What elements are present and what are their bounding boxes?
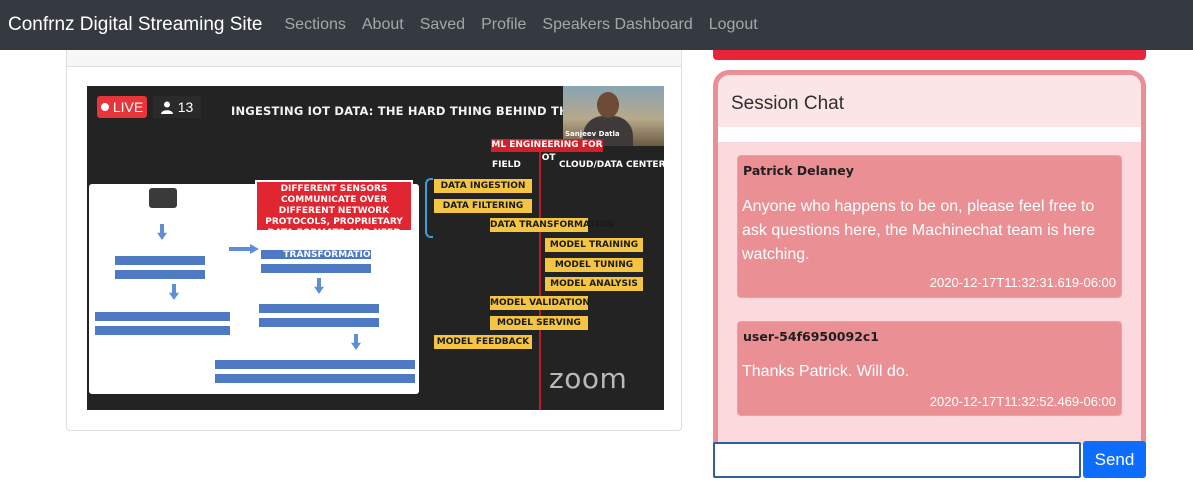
nav-link-speakers-dashboard[interactable]: Speakers Dashboard: [534, 16, 700, 34]
video-card: LIVE 13 INGESTING IOT DATA: THE HARD THI…: [66, 50, 682, 431]
arrow-down-icon: [169, 284, 179, 300]
message-timestamp: 2020-12-17T11:32:31.619-06:00: [929, 275, 1116, 290]
sensor-device-icon: [149, 188, 177, 208]
message-timestamp: 2020-12-17T11:32:52.469-06:00: [929, 394, 1116, 409]
nav-link-about[interactable]: About: [354, 16, 412, 34]
chat-header: Session Chat: [718, 75, 1141, 127]
speaker-video-thumbnail: Sanjeev Datla: [563, 86, 664, 146]
chat-divider: [718, 127, 1141, 142]
step-model-analysis: MODEL ANALYSIS: [545, 277, 643, 291]
diagram-node: [95, 312, 230, 321]
message-author: user-54f6950092c1: [743, 329, 879, 344]
diagram-node: [215, 374, 415, 383]
message-text: Thanks Patrick. Will do.: [742, 363, 910, 380]
send-button[interactable]: Send: [1083, 441, 1146, 478]
arrow-down-icon: [314, 278, 324, 294]
top-red-bar: [713, 50, 1146, 60]
arrow-right-icon: [229, 244, 259, 254]
divider-line: [539, 152, 541, 410]
chat-message-input[interactable]: [713, 442, 1081, 478]
diagram-node: [115, 270, 205, 279]
nav-link-profile[interactable]: Profile: [473, 16, 534, 34]
diagram-node: [215, 360, 415, 369]
viewer-count-badge: 13: [153, 96, 201, 118]
step-data-filtering: DATA FILTERING: [434, 199, 532, 213]
chat-title: Session Chat: [731, 93, 845, 114]
card-header: [67, 50, 681, 67]
column-label-field: FIELD: [492, 160, 521, 170]
live-label: LIVE: [112, 99, 144, 115]
step-model-validation: MODEL VALIDATION: [490, 296, 590, 310]
session-chat-panel: Session Chat Patrick Delaney Anyone who …: [713, 70, 1146, 445]
video-player[interactable]: LIVE 13 INGESTING IOT DATA: THE HARD THI…: [87, 86, 664, 410]
chat-message: user-54f6950092c1 Thanks Patrick. Will d…: [737, 321, 1122, 416]
step-model-tuning: MODEL TUNING: [545, 258, 643, 272]
chat-message: Patrick Delaney Anyone who happens to be…: [737, 155, 1122, 298]
step-model-serving: MODEL SERVING: [490, 316, 588, 330]
message-author: Patrick Delaney: [743, 163, 854, 178]
diagram-node: [115, 256, 205, 265]
person-icon: [160, 101, 173, 114]
speaker-name: Sanjeev Datla: [565, 130, 620, 138]
step-data-transformation: DATA TRANSFORMATION: [490, 218, 614, 232]
step-model-training: MODEL TRAINING: [545, 238, 643, 252]
nav-link-sections[interactable]: Sections: [277, 16, 354, 34]
step-data-ingestion: DATA INGESTION: [434, 179, 532, 193]
zoom-logo: zoom: [549, 362, 628, 395]
viewer-count: 13: [177, 99, 194, 115]
arrow-down-icon: [351, 334, 361, 350]
message-text: Anyone who happens to be on, please feel…: [742, 198, 1096, 263]
brand-link[interactable]: Confrnz Digital Streaming Site: [8, 14, 263, 36]
speaker-head: [597, 92, 619, 118]
column-label-cloud: CLOUD/DATA CENTER: [559, 160, 664, 170]
step-model-feedback: MODEL FEEDBACK: [434, 335, 532, 349]
live-dot-icon: [100, 103, 109, 111]
bracket-icon: [425, 178, 433, 238]
nav-link-logout[interactable]: Logout: [701, 16, 766, 34]
live-badge: LIVE: [97, 96, 147, 118]
diagram-node: [261, 264, 371, 273]
diagram-node: [259, 318, 379, 327]
nav-link-saved[interactable]: Saved: [412, 16, 473, 34]
callout-box: DIFFERENT SENSORS COMMUNICATE OVER DIFFE…: [255, 180, 413, 260]
ml-engineering-header: ML ENGINEERING FOR IOT: [491, 139, 603, 163]
navbar: Confrnz Digital Streaming Site Sections …: [0, 0, 1193, 50]
diagram-node: [259, 304, 379, 313]
arrow-down-icon: [157, 224, 167, 240]
diagram-node: [95, 326, 230, 335]
